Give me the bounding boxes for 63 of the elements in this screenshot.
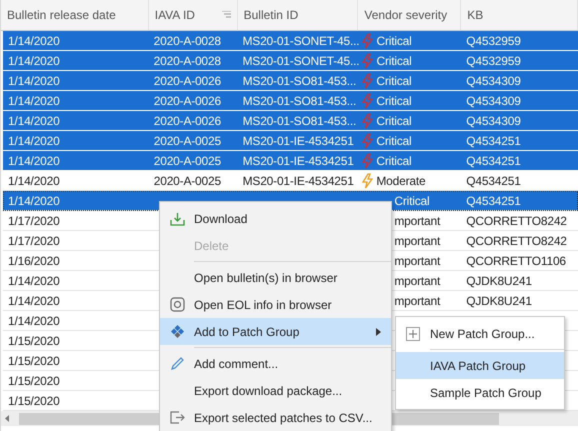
- table-cell: 2020-A-0026: [154, 114, 221, 128]
- table-cell: mportant: [394, 294, 440, 308]
- table-cell: mportant: [394, 234, 440, 248]
- table-cell: MS20-01-IE-4534251: [242, 134, 354, 148]
- table-cell: Critical: [394, 194, 430, 208]
- table-cell: 1/14/2020: [8, 114, 60, 128]
- table-cell: Q4534309: [466, 114, 521, 128]
- table-cell: Critical: [376, 94, 412, 108]
- table-cell: mportant: [394, 254, 440, 268]
- table-cell: 2020-A-0026: [154, 74, 221, 88]
- table-cell: Critical: [376, 154, 412, 168]
- table-cell: 1/17/2020: [8, 214, 60, 228]
- table-cell: Critical: [376, 134, 412, 148]
- table-cell: 2020-A-0028: [154, 34, 221, 48]
- table-cell: Q4532959: [466, 54, 521, 68]
- table-cell: 1/14/2020: [8, 174, 60, 188]
- table-cell: Q4534251: [466, 174, 521, 188]
- table-cell: MS20-01-SONET-45...: [242, 34, 360, 48]
- table-cell: 1/14/2020: [8, 34, 60, 48]
- table-cell: MS20-01-IE-4534251: [242, 154, 354, 168]
- table-cell: Q4534251: [466, 154, 521, 168]
- table-cell: MS20-01-SONET-45...: [242, 54, 360, 68]
- table-cell: 1/14/2020: [8, 274, 60, 288]
- table-cell: MS20-01-SO81-453...: [242, 94, 356, 108]
- table-cell: 2020-A-0025: [154, 174, 221, 188]
- table-cell: 2020-A-0026: [154, 94, 221, 108]
- table-cell: mportant: [394, 274, 440, 288]
- table-cell: 1/16/2020: [8, 254, 60, 268]
- table-cell: 1/15/2020: [8, 394, 60, 408]
- table-cell: 1/15/2020: [8, 334, 60, 348]
- table-cell: Critical: [376, 34, 412, 48]
- table-cell: MS20-01-IE-4534251: [242, 174, 354, 188]
- table-cell: QCORRETTO1106: [466, 254, 566, 268]
- table-cell: Q4534251: [466, 134, 521, 148]
- table-cell: 1/15/2020: [8, 354, 60, 368]
- table-cell: Q4534309: [466, 74, 521, 88]
- table-cell: Q4534251: [466, 194, 521, 208]
- table-cell: 1/14/2020: [8, 94, 60, 108]
- table-cell: 1/14/2020: [8, 74, 60, 88]
- table-cell: QCORRETTO8242: [466, 234, 567, 248]
- table-cell: 1/14/2020: [8, 194, 60, 208]
- table-cell: Q4532959: [466, 34, 521, 48]
- table-cell: 1/14/2020: [8, 54, 60, 68]
- table-cell: 1/17/2020: [8, 234, 60, 248]
- table-cell: 2020-A-0028: [154, 54, 221, 68]
- table-cell: QCORRETTO8242: [466, 214, 567, 228]
- table-cell: MS20-01-SO81-453...: [242, 74, 356, 88]
- table-cell: QJDK8U241: [466, 294, 532, 308]
- table-cell: Critical: [376, 74, 412, 88]
- table-cell: Critical: [376, 114, 412, 128]
- table-cell: Critical: [376, 54, 412, 68]
- table-cell: 1/14/2020: [8, 314, 60, 328]
- table-cell: 1/14/2020: [8, 294, 60, 308]
- table-cell: MS20-01-SO81-453...: [242, 114, 356, 128]
- table-cell: 1/14/2020: [8, 154, 60, 168]
- table-cell: 1/14/2020: [8, 134, 60, 148]
- table-cell: 2020-A-0025: [154, 134, 221, 148]
- table-cell: mportant: [394, 214, 440, 228]
- table-cell: 2020-A-0025: [154, 154, 221, 168]
- table-cell: Q4534309: [466, 94, 521, 108]
- table-cell: 1/15/2020: [8, 374, 60, 388]
- table-cell: Moderate: [376, 174, 426, 188]
- table-cell: QJDK8U241: [466, 274, 532, 288]
